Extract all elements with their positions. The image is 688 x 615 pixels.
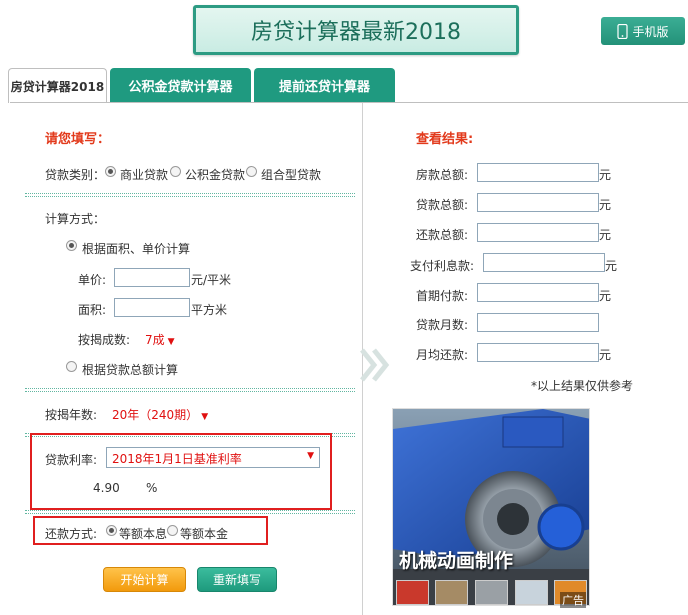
result-label: 月均还款: <box>416 348 469 362</box>
repay-label: 还款方式: <box>45 527 98 541</box>
unit-price-label: 单价: <box>78 273 107 287</box>
double-chevron-right-icon <box>360 348 390 382</box>
ratio-label: 按揭成数: <box>78 333 131 347</box>
form-heading: 请您填写： <box>45 132 111 147</box>
calc-method-option-total: 根据贷款总额计算 <box>82 363 179 377</box>
result-label: 房款总额: <box>416 168 469 182</box>
caret-down-icon: ▼ <box>307 451 314 461</box>
rate-highlight-box <box>30 433 332 510</box>
rate-select[interactable]: 2018年1月1日基准利率 ▼ <box>106 447 320 468</box>
result-unit: 元 <box>599 168 612 182</box>
result-unit: 元 <box>605 259 618 273</box>
section-divider <box>25 193 355 197</box>
loan-type-radio-commercial[interactable] <box>105 166 116 177</box>
repayment-total-field[interactable] <box>477 223 599 242</box>
result-label: 贷款月数: <box>416 318 469 332</box>
rate-number[interactable]: 4.90 <box>93 481 120 495</box>
loan-months-field[interactable] <box>477 313 599 332</box>
ad-thumbnail[interactable] <box>475 580 508 605</box>
loan-type-label: 贷款类别： <box>45 168 106 182</box>
ad-thumbnail[interactable] <box>515 580 548 605</box>
ratio-value: 7成 <box>145 333 165 347</box>
ad-caption: 机械动画制作 <box>399 550 514 572</box>
tab-mortgage-calculator[interactable]: 房贷计算器2018 <box>8 68 107 103</box>
result-unit: 元 <box>599 198 612 212</box>
reset-button[interactable]: 重新填写 <box>197 567 277 592</box>
section-divider <box>25 510 355 514</box>
interest-field[interactable] <box>483 253 605 272</box>
ad-tag: 广告 <box>560 592 586 608</box>
loan-type-option-commercial: 商业贷款 <box>120 168 169 182</box>
calc-method-option-area: 根据面积、单价计算 <box>82 242 191 256</box>
area-input[interactable] <box>114 298 190 317</box>
years-label: 按揭年数: <box>45 408 98 422</box>
years-select[interactable]: 20年（240期） ▼ <box>112 406 208 423</box>
result-heading: 查看结果: <box>416 132 474 147</box>
tab-prepayment-calculator[interactable]: 提前还贷计算器 <box>254 68 395 103</box>
repay-radio-equal-installment[interactable] <box>106 525 117 536</box>
area-unit: 平方米 <box>191 303 228 317</box>
rate-value: 2018年1月1日基准利率 <box>112 452 242 466</box>
rate-unit: % <box>146 481 158 495</box>
rate-label: 贷款利率: <box>45 453 98 467</box>
ad-thumbnail[interactable] <box>396 580 429 605</box>
caret-down-icon: ▼ <box>201 412 209 422</box>
loan-type-option-combined: 组合型贷款 <box>261 168 322 182</box>
ad-thumbnail[interactable] <box>435 580 468 605</box>
page-title-banner: 房贷计算器最新2018 <box>193 5 519 55</box>
repay-option-equal-installment: 等额本息 <box>119 527 168 541</box>
house-total-field[interactable] <box>477 163 599 182</box>
result-unit: 元 <box>599 289 612 303</box>
tab-provident-fund-calculator[interactable]: 公积金贷款计算器 <box>110 68 251 103</box>
result-label: 首期付款: <box>416 289 469 303</box>
caret-down-icon: ▼ <box>167 337 175 347</box>
area-label: 面积: <box>78 303 107 317</box>
result-unit: 元 <box>599 348 612 362</box>
loan-type-radio-combined[interactable] <box>246 166 257 177</box>
machine-illustration <box>393 409 589 605</box>
calc-method-radio-area[interactable] <box>66 240 77 251</box>
unit-price-unit: 元/平米 <box>191 273 232 287</box>
mobile-version-label: 手机版 <box>632 24 669 39</box>
mobile-version-button[interactable]: 手机版 <box>601 17 685 45</box>
result-label: 支付利息款: <box>410 259 475 273</box>
calc-method-radio-total[interactable] <box>66 361 77 372</box>
unit-price-input[interactable] <box>114 268 190 287</box>
monthly-payment-field[interactable] <box>477 343 599 362</box>
result-note: *以上结果仅供参考 <box>531 379 634 393</box>
calc-method-label: 计算方式： <box>45 212 106 226</box>
loan-total-field[interactable] <box>477 193 599 212</box>
repay-radio-equal-principal[interactable] <box>167 525 178 536</box>
result-unit: 元 <box>599 228 612 242</box>
section-divider <box>25 388 355 392</box>
start-calculation-button[interactable]: 开始计算 <box>103 567 186 592</box>
result-label: 还款总额: <box>416 228 469 242</box>
loan-type-option-provident: 公积金贷款 <box>185 168 246 182</box>
down-payment-field[interactable] <box>477 283 599 302</box>
advertisement-image[interactable] <box>392 408 590 606</box>
phone-icon <box>617 23 629 39</box>
years-value: 20年（240期） <box>112 408 199 422</box>
repay-option-equal-principal: 等额本金 <box>180 527 229 541</box>
ratio-select[interactable]: 7成 ▼ <box>145 331 175 348</box>
result-label: 贷款总额: <box>416 198 469 212</box>
page-title: 房贷计算器最新2018 <box>251 20 461 45</box>
calculator-tabs: 房贷计算器2018 公积金贷款计算器 提前还贷计算器 <box>8 68 398 103</box>
loan-type-radio-provident[interactable] <box>170 166 181 177</box>
